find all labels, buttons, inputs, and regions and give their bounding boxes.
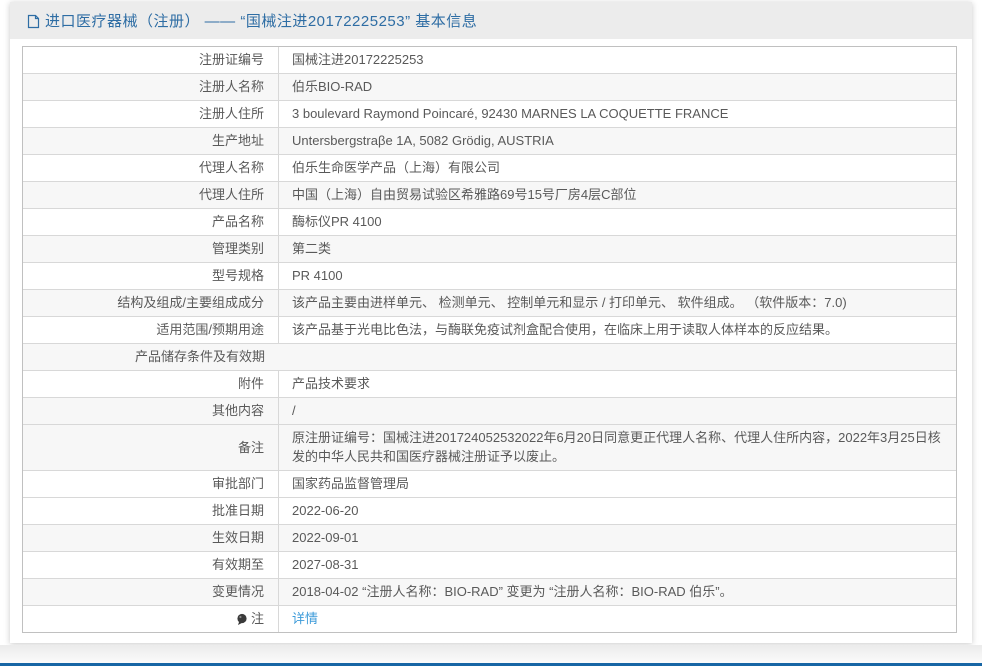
row-label: 注 xyxy=(23,606,279,632)
row-value: 产品技术要求 xyxy=(279,371,956,397)
row-label-text: 附件 xyxy=(238,374,264,393)
row-label-text: 有效期至 xyxy=(212,555,264,574)
row-label-text: 产品名称 xyxy=(212,212,264,231)
table-row: 注 详情 xyxy=(23,605,956,632)
registration-info-table: 注册证编号国械注进20172225253注册人名称伯乐BIO-RAD注册人住所3… xyxy=(22,46,957,633)
table-row: 变更情况 2018-04-02 “注册人名称：BIO-RAD” 变更为 “注册人名… xyxy=(23,578,956,605)
page-title: 进口医疗器械（注册） —— “国械注进20172225253” 基本信息 xyxy=(45,10,477,31)
footer-band xyxy=(0,645,982,663)
row-value: 酶标仪PR 4100 xyxy=(279,209,956,235)
row-label: 生效日期 xyxy=(23,525,279,551)
row-label-text: 变更情况 xyxy=(212,582,264,601)
row-value: 伯乐BIO-RAD xyxy=(279,74,956,100)
row-value: 2027-08-31 xyxy=(279,552,956,578)
row-label: 注册人名称 xyxy=(23,74,279,100)
table-row: 产品储存条件及有效期 xyxy=(23,343,956,370)
table-row: 产品名称酶标仪PR 4100 xyxy=(23,208,956,235)
row-label: 代理人名称 xyxy=(23,155,279,181)
table-row: 审批部门国家药品监督管理局 xyxy=(23,470,956,497)
row-value: 该产品基于光电比色法，与酶联免疫试剂盒配合使用，在临床上用于读取人体样本的反应结… xyxy=(279,317,956,343)
row-label-text: 审批部门 xyxy=(212,474,264,493)
table-row: 注册证编号国械注进20172225253 xyxy=(23,47,956,73)
row-label-text: 代理人住所 xyxy=(199,185,264,204)
row-label: 备注 xyxy=(23,425,279,470)
table-row: 结构及组成/主要组成成分该产品主要由进样单元、 检测单元、 控制单元和显示 / … xyxy=(23,289,956,316)
row-label-text: 注册人住所 xyxy=(199,104,264,123)
row-label-text: 注 xyxy=(251,609,264,628)
row-label: 产品储存条件及有效期 xyxy=(23,344,279,370)
table-row: 生效日期 2022-09-01 xyxy=(23,524,956,551)
row-value: 该产品主要由进样单元、 检测单元、 控制单元和显示 / 打印单元、 软件组成。 … xyxy=(279,290,956,316)
row-value: PR 4100 xyxy=(279,263,956,289)
row-label-text: 生产地址 xyxy=(212,131,264,150)
row-label: 注册证编号 xyxy=(23,47,279,73)
row-label: 适用范围/预期用途 xyxy=(23,317,279,343)
table-row: 备注原注册证编号：国械注进201724052532022年6月20日同意更正代理… xyxy=(23,424,956,470)
title-bar: 进口医疗器械（注册） —— “国械注进20172225253” 基本信息 xyxy=(10,2,972,39)
row-value: 原注册证编号：国械注进201724052532022年6月20日同意更正代理人名… xyxy=(279,425,956,470)
row-value: 2018-04-02 “注册人名称：BIO-RAD” 变更为 “注册人名称：BI… xyxy=(279,579,956,605)
row-value: 2022-09-01 xyxy=(279,525,956,551)
document-icon xyxy=(27,14,40,29)
row-label-text: 批准日期 xyxy=(212,501,264,520)
content-card: 进口医疗器械（注册） —— “国械注进20172225253” 基本信息 注册证… xyxy=(10,2,972,643)
table-row: 代理人住所中国（上海）自由贸易试验区希雅路69号15号厂房4层C部位 xyxy=(23,181,956,208)
row-label: 结构及组成/主要组成成分 xyxy=(23,290,279,316)
row-label: 型号规格 xyxy=(23,263,279,289)
row-label: 有效期至 xyxy=(23,552,279,578)
row-label-text: 管理类别 xyxy=(212,239,264,258)
row-label: 产品名称 xyxy=(23,209,279,235)
row-value xyxy=(279,344,956,370)
note-icon xyxy=(236,613,248,626)
row-value: 伯乐生命医学产品（上海）有限公司 xyxy=(279,155,956,181)
row-value: 国家药品监督管理局 xyxy=(279,471,956,497)
table-row: 注册人名称伯乐BIO-RAD xyxy=(23,73,956,100)
table-row: 其他内容 / xyxy=(23,397,956,424)
row-label-text: 结构及组成/主要组成成分 xyxy=(117,293,264,312)
row-label-text: 型号规格 xyxy=(212,266,264,285)
row-value: 2022-06-20 xyxy=(279,498,956,524)
row-label-text: 产品储存条件及有效期 xyxy=(135,347,265,366)
row-value: 第二类 xyxy=(279,236,956,262)
table-row: 附件产品技术要求 xyxy=(23,370,956,397)
row-label: 其他内容 xyxy=(23,398,279,424)
row-label-text: 注册证编号 xyxy=(199,50,264,69)
table-row: 代理人名称伯乐生命医学产品（上海）有限公司 xyxy=(23,154,956,181)
row-label: 批准日期 xyxy=(23,498,279,524)
footer-accent-line xyxy=(0,663,982,666)
table-row: 适用范围/预期用途该产品基于光电比色法，与酶联免疫试剂盒配合使用，在临床上用于读… xyxy=(23,316,956,343)
row-label: 附件 xyxy=(23,371,279,397)
row-value: Untersbergstraβe 1A, 5082 Grödig, AUSTRI… xyxy=(279,128,956,154)
row-value: 中国（上海）自由贸易试验区希雅路69号15号厂房4层C部位 xyxy=(279,182,956,208)
table-row: 批准日期 2022-06-20 xyxy=(23,497,956,524)
row-label: 管理类别 xyxy=(23,236,279,262)
table-row: 有效期至 2027-08-31 xyxy=(23,551,956,578)
row-label-text: 其他内容 xyxy=(212,401,264,420)
table-row: 型号规格 PR 4100 xyxy=(23,262,956,289)
row-label: 变更情况 xyxy=(23,579,279,605)
row-label: 生产地址 xyxy=(23,128,279,154)
row-label-text: 适用范围/预期用途 xyxy=(156,320,264,339)
row-label-text: 注册人名称 xyxy=(199,77,264,96)
table-row: 管理类别第二类 xyxy=(23,235,956,262)
details-link[interactable]: 详情 xyxy=(292,609,318,628)
row-value: 3 boulevard Raymond Poincaré, 92430 MARN… xyxy=(279,101,956,127)
table-row: 注册人住所 3 boulevard Raymond Poincaré, 92430… xyxy=(23,100,956,127)
row-label-text: 代理人名称 xyxy=(199,158,264,177)
row-value: / xyxy=(279,398,956,424)
row-value: 国械注进20172225253 xyxy=(279,47,956,73)
row-label: 注册人住所 xyxy=(23,101,279,127)
row-label-text: 备注 xyxy=(238,438,264,457)
row-label: 代理人住所 xyxy=(23,182,279,208)
row-label-text: 生效日期 xyxy=(212,528,264,547)
row-label: 审批部门 xyxy=(23,471,279,497)
table-row: 生产地址 Untersbergstraβe 1A, 5082 Grödig, AU… xyxy=(23,127,956,154)
row-value: 详情 xyxy=(279,606,956,632)
